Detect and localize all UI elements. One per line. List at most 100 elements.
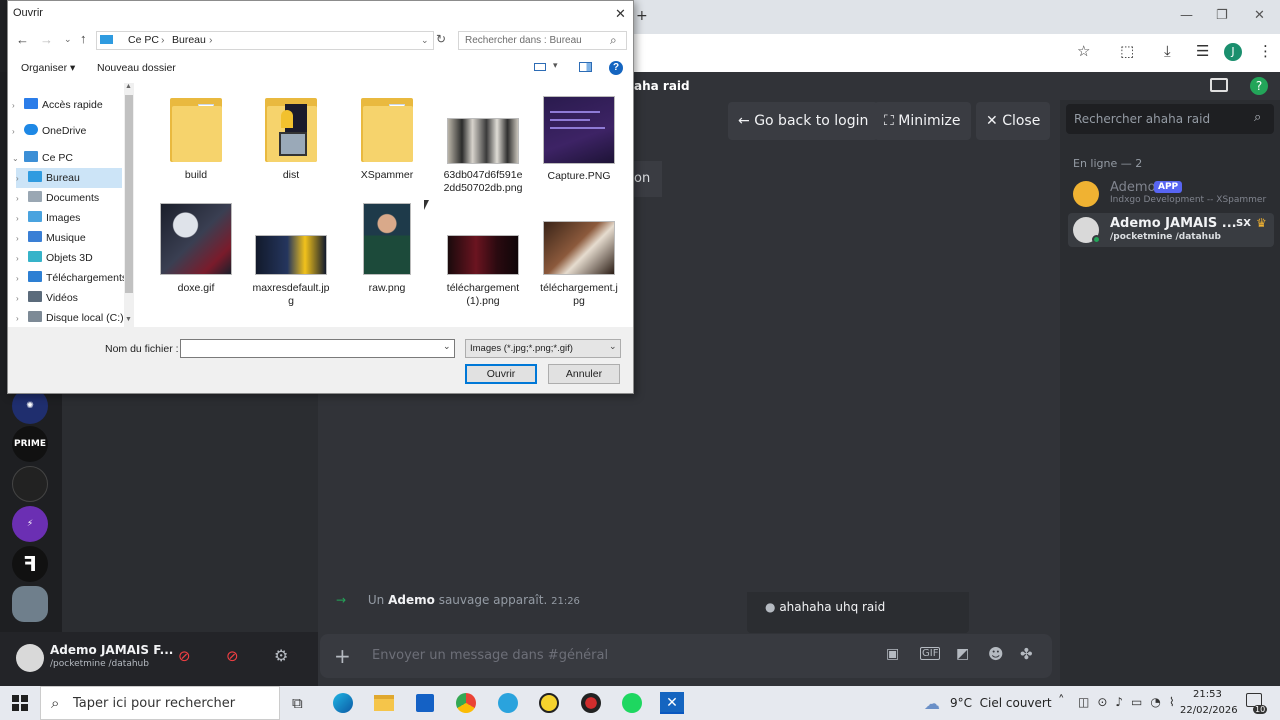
window-close-button[interactable]: ✕	[1254, 8, 1265, 23]
file-explorer-icon[interactable]	[374, 695, 394, 711]
file-item-image[interactable]: Capture.PNG	[534, 96, 624, 183]
scroll-down-icon[interactable]: ▼	[125, 316, 132, 323]
app-yellow-icon[interactable]	[539, 693, 559, 713]
emoji-icon[interactable]: ☻	[988, 645, 1004, 663]
tree-item-downloads[interactable]: › Téléchargements	[16, 268, 131, 288]
breadcrumb-item[interactable]: Ce PC	[128, 32, 159, 49]
server-icon[interactable]	[12, 466, 48, 502]
file-item-image[interactable]: raw.png	[342, 203, 432, 295]
windows-start-icon[interactable]	[12, 695, 28, 711]
tree-item-quick-access[interactable]: › Accès rapide	[12, 95, 127, 115]
window-maximize-button[interactable]: ❐	[1216, 8, 1228, 23]
tree-item-desktop[interactable]: › Bureau	[16, 168, 122, 188]
app-x-icon[interactable]: ✕	[660, 692, 684, 714]
star-icon[interactable]: ☆	[1077, 42, 1090, 60]
tree-item-documents[interactable]: › Documents	[16, 188, 131, 208]
tree-item-videos[interactable]: › Vidéos	[16, 288, 131, 308]
filename-input[interactable]: ⌄	[180, 339, 455, 358]
refresh-icon[interactable]: ↻	[436, 32, 446, 46]
scroll-up-icon[interactable]: ▲	[125, 83, 132, 90]
preview-pane-icon[interactable]	[579, 62, 592, 72]
breadcrumb-item[interactable]: Bureau	[172, 32, 206, 49]
close-button[interactable]: ✕ Close	[976, 102, 1051, 140]
screen-share-icon[interactable]	[1210, 78, 1228, 92]
settings-gear-icon[interactable]: ⚙	[274, 646, 288, 665]
address-bar[interactable]: Ce PC › Bureau › ⌄	[96, 31, 434, 50]
tree-item-this-pc[interactable]: ⌄ Ce PC	[12, 148, 127, 168]
store-icon[interactable]	[416, 694, 434, 712]
extensions-icon[interactable]: ⬚	[1120, 42, 1134, 60]
up-arrow-icon[interactable]: ↑	[80, 31, 87, 46]
apps-icon[interactable]: ✤	[1020, 645, 1033, 663]
chevron-up-icon[interactable]: ˄	[1058, 694, 1065, 709]
tree-item-3d-objects[interactable]: › Objets 3D	[16, 248, 131, 268]
server-icon-prime[interactable]: PRIME	[12, 426, 48, 462]
file-item-image[interactable]: maxresdefault.jp g	[246, 203, 336, 308]
tree-item-music[interactable]: › Musique	[16, 228, 131, 248]
minimize-button[interactable]: ⛶ Minimize	[874, 102, 971, 140]
dialog-search-input[interactable]: Rechercher dans : Bureau ⌕	[458, 31, 627, 50]
server-icon[interactable]	[12, 586, 48, 622]
weather-text[interactable]: 9°C Ciel couvert	[950, 696, 1052, 710]
chevron-down-icon[interactable]: ⌄	[421, 32, 429, 49]
file-item-image[interactable]: téléchargement.j pg	[534, 203, 624, 308]
open-button[interactable]: Ouvrir	[465, 364, 537, 384]
taskbar-search-box[interactable]: ⌕ Taper ici pour rechercher	[40, 686, 280, 720]
help-icon[interactable]: ?	[1250, 77, 1268, 95]
media-icon[interactable]: ☰	[1196, 42, 1209, 60]
member-row[interactable]: Ademo JAMAIS ... SX ♛ /pocketmine /datah…	[1068, 213, 1274, 247]
forward-arrow-icon[interactable]: →	[40, 32, 53, 47]
tree-scrollbar[interactable]: ▲ ▼	[124, 83, 134, 327]
view-options-icon[interactable]	[534, 63, 546, 71]
go-back-to-login-button[interactable]: ← Go back to login	[728, 102, 879, 140]
gift-icon[interactable]: ▣	[886, 646, 899, 662]
dialog-close-button[interactable]: ✕	[615, 6, 626, 22]
task-view-icon[interactable]: ⧉	[292, 694, 303, 712]
member-search-input[interactable]: Rechercher ahaha raid ⌕	[1066, 104, 1274, 134]
file-item-image[interactable]: 63db047d6f591e 2dd50702db.png	[438, 96, 528, 195]
organize-menu[interactable]: Organiser ▾	[21, 62, 75, 74]
file-item-folder[interactable]: XSpammer	[342, 96, 432, 182]
telegram-icon[interactable]	[498, 693, 518, 713]
gif-icon[interactable]: GIF	[920, 647, 941, 660]
server-icon[interactable]: ꟻ	[12, 546, 48, 582]
server-icon[interactable]: ⚡	[12, 506, 48, 542]
tree-item-local-disk[interactable]: › Disque local (C:)	[16, 308, 131, 328]
clock-time[interactable]: 21:53	[1193, 689, 1222, 700]
new-tab-button[interactable]: +	[636, 8, 648, 24]
menu-dots-icon[interactable]: ⋮	[1258, 42, 1273, 60]
spotify-icon[interactable]	[622, 693, 642, 713]
recent-dropdown-icon[interactable]: ⌄	[64, 34, 72, 45]
file-type-select[interactable]: Images (*.jpg;*.png;*.gif) ⌄	[465, 339, 621, 358]
avatar[interactable]	[16, 644, 44, 672]
file-item-image[interactable]: téléchargement (1).png	[438, 203, 528, 308]
headphones-muted-icon[interactable]: ⊘	[226, 647, 239, 665]
autocomplete-item[interactable]: ● ahahaha uhq raid	[765, 600, 885, 614]
new-folder-button[interactable]: Nouveau dossier	[97, 62, 176, 74]
file-item-gif[interactable]: doxe.gif	[151, 203, 241, 295]
member-row[interactable]: Ademo APP Indxgo Development -- XSpammer	[1068, 176, 1274, 212]
help-button[interactable]: ?	[609, 61, 623, 75]
download-icon[interactable]: ⤓	[1164, 42, 1171, 60]
file-item-folder[interactable]: dist	[246, 96, 336, 182]
chrome-icon[interactable]	[456, 693, 476, 713]
sticker-icon[interactable]: ◩	[956, 646, 969, 662]
back-arrow-icon[interactable]: ←	[16, 32, 29, 47]
profile-avatar[interactable]: J	[1224, 43, 1242, 61]
chevron-down-icon[interactable]: ▾	[553, 60, 558, 71]
cancel-button[interactable]: Annuler	[548, 364, 620, 384]
chevron-down-icon[interactable]: ⌄	[443, 341, 451, 352]
file-item-folder[interactable]: build	[151, 96, 241, 182]
clock-date[interactable]: 22/02/2026	[1180, 705, 1238, 716]
mic-muted-icon[interactable]: ⊘	[178, 647, 191, 665]
add-attachment-icon[interactable]: +	[334, 644, 351, 668]
partial-button[interactable]: on	[634, 161, 662, 197]
window-minimize-button[interactable]: —	[1180, 8, 1193, 23]
tree-item-onedrive[interactable]: › OneDrive	[12, 121, 127, 141]
message-composer[interactable]: + Envoyer un message dans #général ▣ GIF…	[320, 634, 1052, 678]
scroll-thumb[interactable]	[125, 95, 133, 293]
edge-icon[interactable]	[333, 693, 353, 713]
tray-icons[interactable]: ◫⊙♪▭◔⌇	[1078, 695, 1183, 709]
app-red-icon[interactable]	[581, 693, 601, 713]
message-author[interactable]: Ademo	[388, 593, 435, 607]
